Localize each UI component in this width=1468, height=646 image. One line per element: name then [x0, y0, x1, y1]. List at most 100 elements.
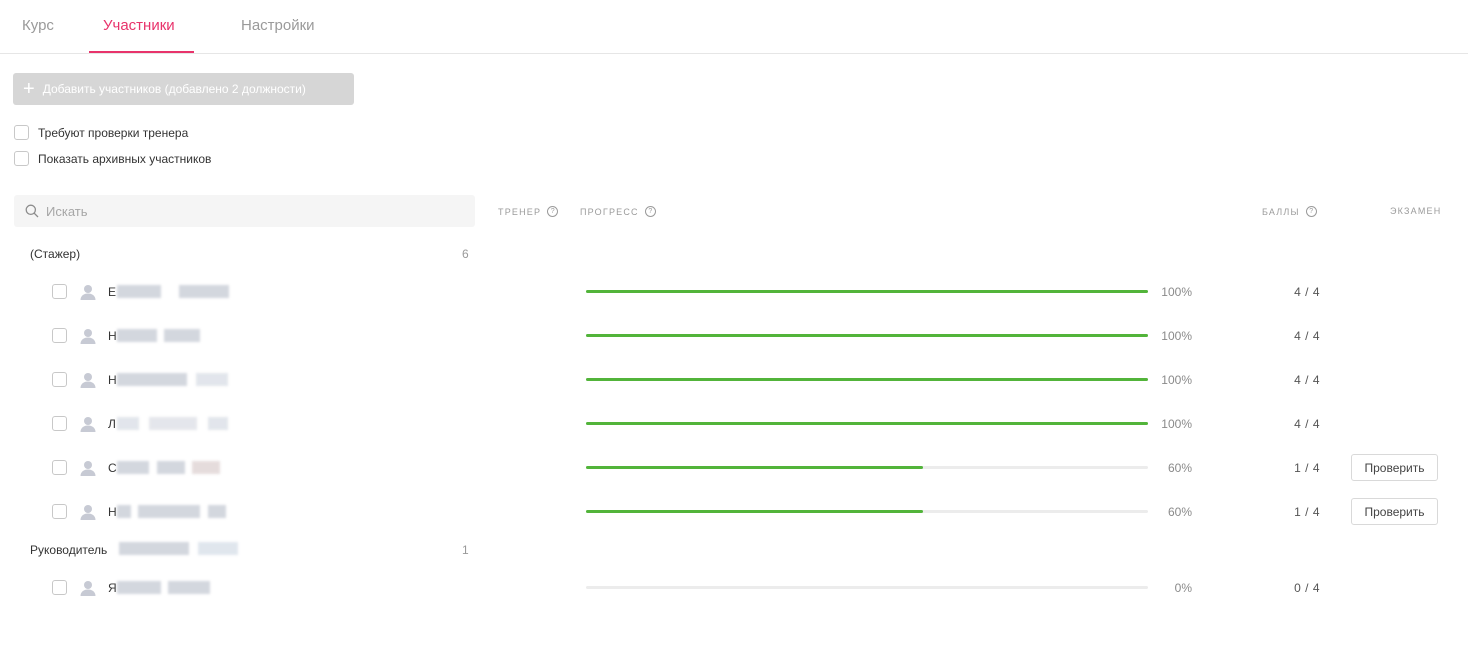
filter-label: Требуют проверки тренера	[38, 125, 189, 140]
user-avatar-icon	[80, 461, 96, 476]
progress-percent: 60%	[1167, 461, 1192, 475]
participant-name: Е	[108, 285, 117, 299]
active-tab-indicator	[89, 51, 194, 53]
progress-fill	[586, 334, 1148, 337]
progress-bar	[586, 290, 1148, 293]
user-avatar-icon	[80, 417, 96, 432]
user-avatar-icon	[80, 285, 96, 300]
progress-percent: 100%	[1161, 285, 1192, 299]
plus-icon: +	[23, 78, 35, 100]
redacted-name	[157, 461, 185, 474]
progress-fill	[586, 510, 924, 513]
user-avatar-icon	[80, 505, 96, 520]
group-name: (Стажер)	[30, 247, 81, 261]
tab-bar: Курс Участники Настройки	[0, 0, 1468, 54]
redacted-name	[117, 373, 187, 386]
column-header-label: ТРЕНЕР	[498, 206, 542, 217]
group-count: 6	[462, 247, 469, 261]
search-icon	[25, 204, 39, 218]
row-checkbox[interactable]	[52, 504, 67, 519]
participant-row[interactable]: С 60% 1 / 4 Проверить	[0, 453, 1468, 483]
row-checkbox[interactable]	[52, 328, 67, 343]
score-value: 4 / 4	[1294, 373, 1320, 387]
row-checkbox[interactable]	[52, 284, 67, 299]
redacted-name	[117, 417, 139, 430]
score-value: 4 / 4	[1294, 329, 1320, 343]
progress-fill	[586, 466, 924, 469]
column-header-exam: ЭКЗАМЕН	[1390, 206, 1441, 216]
redacted-name	[168, 581, 210, 594]
progress-bar	[586, 466, 1148, 469]
participant-row[interactable]: Е 100% 4 / 4	[0, 277, 1468, 307]
redacted-name	[179, 285, 229, 298]
progress-percent: 100%	[1161, 417, 1192, 431]
participant-name: Н	[108, 505, 117, 519]
tab-course[interactable]: Курс	[22, 17, 54, 34]
progress-fill	[586, 422, 1148, 425]
column-header-label: ПРОГРЕСС	[580, 206, 639, 217]
user-avatar-icon	[80, 581, 96, 596]
checkbox[interactable]	[14, 151, 29, 166]
group-name: Руководитель	[30, 543, 108, 557]
participant-name: С	[108, 461, 117, 475]
add-participants-label: Добавить участников (добавлено 2 должнос…	[42, 82, 306, 96]
participant-row[interactable]: Н 100% 4 / 4	[0, 321, 1468, 351]
question-circle-icon[interactable]: ?	[644, 206, 656, 217]
score-value: 1 / 4	[1294, 505, 1320, 519]
progress-percent: 60%	[1167, 505, 1192, 519]
question-circle-icon[interactable]: ?	[1305, 206, 1317, 217]
redacted-name	[117, 581, 161, 594]
row-checkbox[interactable]	[52, 580, 67, 595]
progress-bar	[586, 422, 1148, 425]
redacted-name	[149, 417, 197, 430]
review-button[interactable]: Проверить	[1351, 498, 1438, 525]
column-header-score: БАЛЛЫ ?	[1262, 206, 1317, 217]
progress-bar	[586, 334, 1148, 337]
row-checkbox[interactable]	[52, 372, 67, 387]
redacted-name	[208, 505, 226, 518]
row-checkbox[interactable]	[52, 416, 67, 431]
participant-row[interactable]: Н 60% 1 / 4 Проверить	[0, 497, 1468, 527]
question-circle-icon[interactable]: ?	[547, 206, 559, 217]
progress-percent: 0%	[1174, 581, 1192, 595]
add-participants-button[interactable]: + Добавить участников (добавлено 2 должн…	[13, 73, 354, 105]
participant-row[interactable]: Л 100% 4 / 4	[0, 409, 1468, 439]
participant-row[interactable]: Н 100% 4 / 4	[0, 365, 1468, 395]
progress-bar	[586, 586, 1148, 589]
column-header-progress: ПРОГРЕСС ?	[580, 206, 656, 217]
redacted-name	[208, 417, 228, 430]
tab-settings[interactable]: Настройки	[241, 17, 315, 34]
filter-needs-trainer-review[interactable]: Требуют проверки тренера	[14, 125, 188, 140]
redacted-name	[117, 461, 149, 474]
filter-show-archived[interactable]: Показать архивных участников	[14, 151, 211, 166]
score-value: 0 / 4	[1294, 581, 1320, 595]
search-box[interactable]	[14, 195, 475, 227]
participant-name: Я	[108, 581, 117, 595]
column-header-label: БАЛЛЫ	[1262, 206, 1300, 217]
progress-fill	[586, 290, 1148, 293]
user-avatar-icon	[80, 329, 96, 344]
search-input[interactable]	[46, 203, 446, 219]
redacted-name	[192, 461, 220, 474]
participant-name: Н	[108, 373, 117, 387]
group-count: 1	[462, 543, 469, 557]
tab-participants[interactable]: Участники	[103, 17, 175, 34]
row-checkbox[interactable]	[52, 460, 67, 475]
redacted-name	[117, 329, 157, 342]
progress-percent: 100%	[1161, 329, 1192, 343]
redacted-group-name	[119, 542, 189, 555]
filter-label: Показать архивных участников	[38, 151, 212, 166]
redacted-name	[138, 505, 200, 518]
progress-percent: 100%	[1161, 373, 1192, 387]
review-button[interactable]: Проверить	[1351, 454, 1438, 481]
participant-name: Л	[108, 417, 116, 431]
user-avatar-icon	[80, 373, 96, 388]
checkbox[interactable]	[14, 125, 29, 140]
progress-bar	[586, 378, 1148, 381]
redacted-name	[117, 285, 161, 298]
column-header-label: ЭКЗАМЕН	[1390, 206, 1442, 216]
progress-bar	[586, 510, 1148, 513]
participant-row[interactable]: Я 0% 0 / 4	[0, 573, 1468, 603]
redacted-name	[117, 505, 131, 518]
column-header-trainer: ТРЕНЕР ?	[498, 206, 559, 217]
